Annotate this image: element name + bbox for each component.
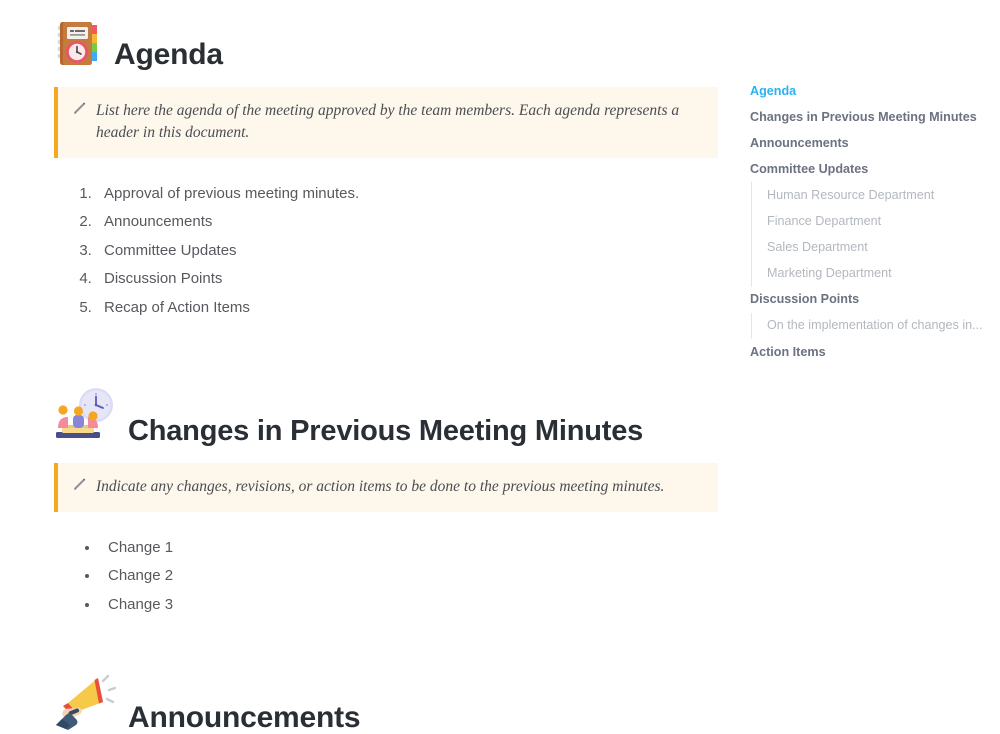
pencil-icon xyxy=(72,101,87,121)
pencil-icon xyxy=(72,477,87,497)
list-item: Approval of previous meeting minutes. xyxy=(96,180,720,209)
notebook-clock-icon xyxy=(54,18,102,73)
section-header: Agenda xyxy=(54,18,720,73)
toc-item-announcements[interactable]: Announcements xyxy=(750,130,994,156)
callout-text: List here the agenda of the meeting appr… xyxy=(96,102,680,142)
section-agenda: Agenda List here the agenda of the meeti… xyxy=(54,18,720,322)
section-title: Changes in Previous Meeting Minutes xyxy=(128,415,644,448)
list-item: Change 3 xyxy=(100,591,720,620)
meeting-clock-icon xyxy=(54,386,116,449)
megaphone-icon xyxy=(54,673,117,734)
document-page: Agenda List here the agenda of the meeti… xyxy=(0,0,1000,734)
list-item: Committee Updates xyxy=(96,237,720,266)
changes-bullet-list: Change 1 Change 2 Change 3 xyxy=(54,534,720,620)
toc-item-finance-department[interactable]: Finance Department xyxy=(751,208,994,235)
toc-item-human-resource-department[interactable]: Human Resource Department xyxy=(751,182,994,209)
page-title: Agenda xyxy=(114,38,223,71)
toc-item-committee-updates[interactable]: Committee Updates xyxy=(750,156,994,182)
callout-text: Indicate any changes, revisions, or acti… xyxy=(96,478,665,496)
list-item: Discussion Points xyxy=(96,265,720,294)
toc-item-agenda[interactable]: Agenda xyxy=(750,78,994,104)
list-item: Change 2 xyxy=(100,562,720,591)
toc-item-changes-in-previous-meeting-minutes[interactable]: Changes in Previous Meeting Minutes xyxy=(750,104,994,130)
list-item: Recap of Action Items xyxy=(96,294,720,323)
table-of-contents: Agenda Changes in Previous Meeting Minut… xyxy=(750,78,1000,365)
document-body: Agenda List here the agenda of the meeti… xyxy=(0,0,740,734)
callout-box: List here the agenda of the meeting appr… xyxy=(54,87,718,158)
toc-item-on-the-implementation-of-changes[interactable]: On the implementation of changes in... xyxy=(751,312,994,340)
list-item: Change 1 xyxy=(100,534,720,563)
toc-item-discussion-points[interactable]: Discussion Points xyxy=(750,287,994,313)
section-announcements: Announcements xyxy=(54,673,720,734)
list-item: Announcements xyxy=(96,208,720,237)
agenda-ordered-list: Approval of previous meeting minutes. An… xyxy=(54,180,720,323)
callout-box: Indicate any changes, revisions, or acti… xyxy=(54,463,718,512)
section-title: Announcements xyxy=(128,701,361,734)
toc-item-sales-department[interactable]: Sales Department xyxy=(751,234,994,261)
section-changes-in-previous-meeting-minutes: Changes in Previous Meeting Minutes Indi… xyxy=(54,386,720,619)
toc-item-action-items[interactable]: Action Items xyxy=(750,339,994,365)
toc-item-marketing-department[interactable]: Marketing Department xyxy=(751,260,994,287)
section-header: Changes in Previous Meeting Minutes xyxy=(54,386,720,449)
section-header: Announcements xyxy=(54,673,720,734)
